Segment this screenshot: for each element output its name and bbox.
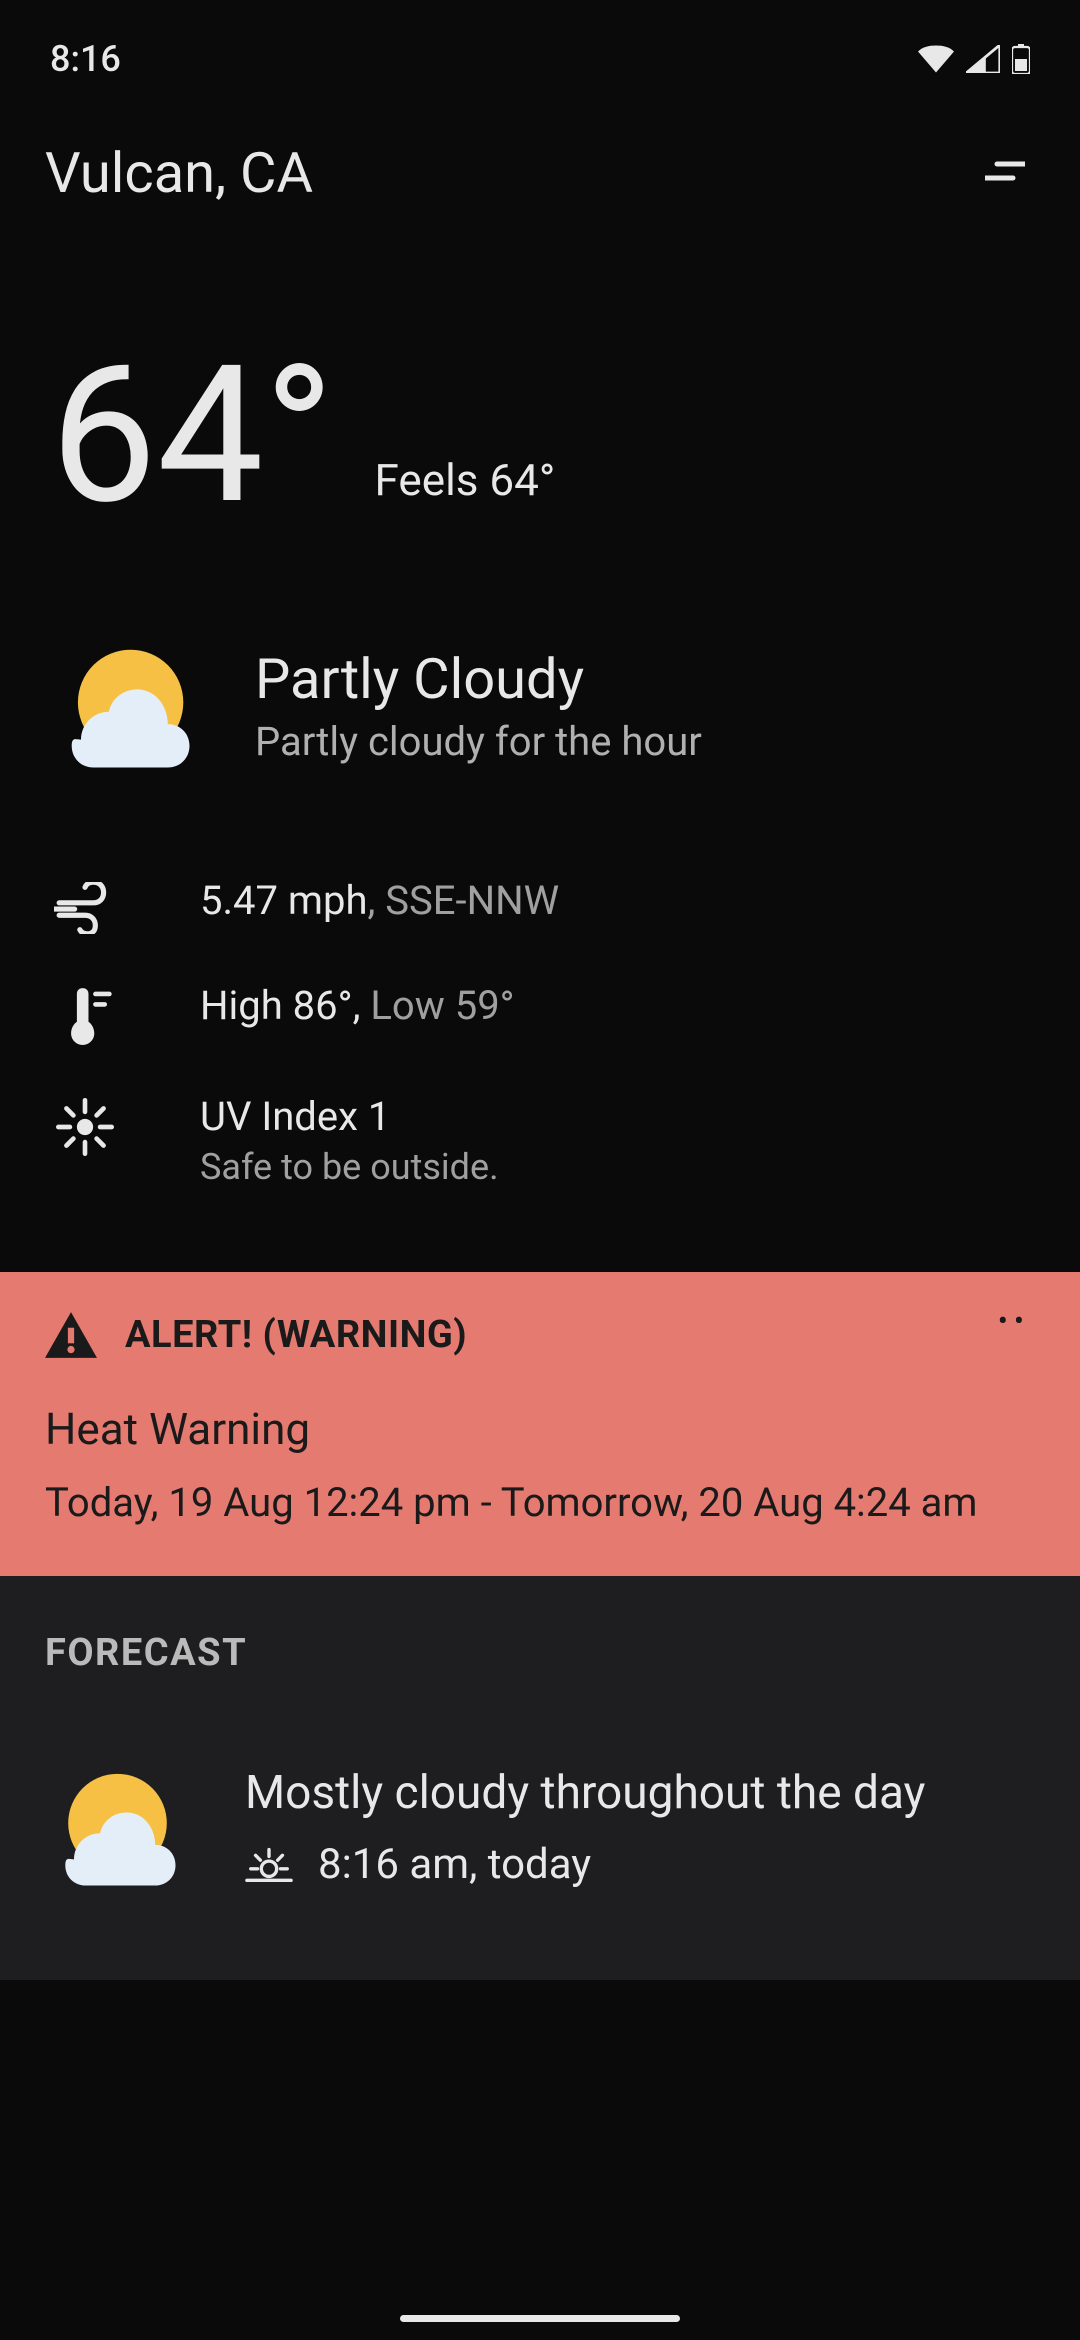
forecast-time-row: 8:16 am, today bbox=[245, 1840, 925, 1889]
menu-button[interactable] bbox=[975, 146, 1035, 200]
condition-subtitle: Partly cloudy for the hour bbox=[255, 718, 702, 765]
warning-icon bbox=[45, 1312, 97, 1358]
status-icons bbox=[918, 44, 1030, 74]
high-temp: High 86°, bbox=[200, 982, 370, 1029]
alert-title: ALERT! (WARNING) bbox=[125, 1313, 467, 1357]
current-temperature: 64° bbox=[50, 356, 335, 518]
thermometer-icon bbox=[50, 982, 120, 1045]
app-header: Vulcan, CA bbox=[0, 100, 1080, 236]
condition-title: Partly Cloudy bbox=[255, 646, 702, 712]
temperature-section: 64° Feels 64° bbox=[0, 236, 1080, 598]
wind-text: 5.47 mph, SSE-NNW bbox=[200, 877, 559, 924]
wind-speed: 5.47 mph bbox=[200, 877, 367, 924]
alert-time: Today, 19 Aug 12:24 pm - Tomorrow, 20 Au… bbox=[45, 1479, 1035, 1526]
home-indicator[interactable] bbox=[400, 2315, 680, 2322]
status-time: 8:16 bbox=[50, 38, 121, 80]
temp-range-text: High 86°, Low 59° bbox=[200, 982, 515, 1029]
battery-icon bbox=[1012, 44, 1030, 74]
uv-value: 1 bbox=[368, 1093, 390, 1140]
wind-direction: , SSE-NNW bbox=[367, 877, 559, 924]
wifi-icon bbox=[918, 45, 954, 73]
wind-icon bbox=[50, 877, 120, 934]
alert-subtitle: Heat Warning bbox=[45, 1403, 1035, 1455]
menu-icon bbox=[985, 156, 1025, 186]
forecast-time: 8:16 am, today bbox=[318, 1840, 591, 1889]
condition-section: Partly Cloudy Partly cloudy for the hour bbox=[0, 598, 1080, 833]
alert-more-button[interactable]: •• bbox=[998, 1304, 1030, 1339]
wind-row: 5.47 mph, SSE-NNW bbox=[50, 853, 1030, 958]
mostly-cloudy-icon bbox=[45, 1755, 190, 1900]
location-title[interactable]: Vulcan, CA bbox=[45, 140, 313, 206]
signal-icon bbox=[966, 45, 1000, 73]
low-temp: Low 59° bbox=[370, 982, 514, 1029]
uv-label: UV Index bbox=[200, 1093, 368, 1140]
status-bar: 8:16 bbox=[0, 0, 1080, 100]
forecast-summary: Mostly cloudy throughout the day bbox=[245, 1766, 925, 1820]
uv-icon bbox=[50, 1093, 120, 1156]
forecast-text-block: Mostly cloudy throughout the day 8:16 am… bbox=[245, 1766, 925, 1889]
alert-header: ALERT! (WARNING) bbox=[45, 1312, 1035, 1358]
forecast-header: FORECAST bbox=[45, 1631, 1035, 1675]
uv-text-block: UV Index 1 Safe to be outside. bbox=[200, 1093, 499, 1188]
uv-note: Safe to be outside. bbox=[200, 1146, 499, 1188]
feels-like-temperature: Feels 64° bbox=[375, 454, 556, 518]
alert-card[interactable]: •• ALERT! (WARNING) Heat Warning Today, … bbox=[0, 1272, 1080, 1576]
condition-text: Partly Cloudy Partly cloudy for the hour bbox=[255, 646, 702, 765]
details-section: 5.47 mph, SSE-NNW High 86°, Low 59° bbox=[0, 833, 1080, 1272]
temp-range-row: High 86°, Low 59° bbox=[50, 958, 1030, 1069]
forecast-section: FORECAST Mostly cloudy throughout the da… bbox=[0, 1576, 1080, 1980]
sunrise-icon bbox=[245, 1840, 293, 1888]
uv-text: UV Index 1 bbox=[200, 1093, 499, 1140]
uv-row: UV Index 1 Safe to be outside. bbox=[50, 1069, 1030, 1212]
partly-cloudy-icon bbox=[50, 628, 205, 783]
forecast-row: Mostly cloudy throughout the day 8:16 am… bbox=[45, 1755, 1035, 1900]
